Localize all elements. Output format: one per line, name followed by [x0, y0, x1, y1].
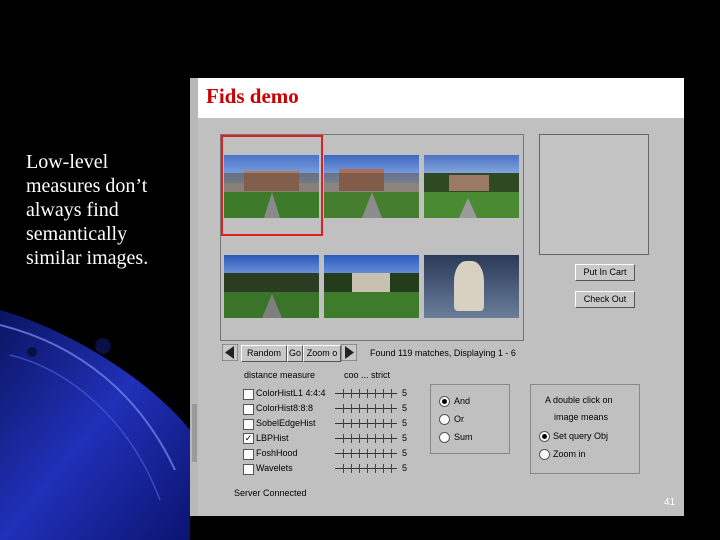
measure-label: FoshHood: [256, 448, 298, 458]
measure-value: 5: [402, 388, 408, 398]
prev-arrow-icon[interactable]: [222, 344, 238, 361]
fids-demo-window: Fids demo Put In Cart Check Out Random G…: [198, 78, 684, 516]
measure-label: SobelEdgeHist: [256, 418, 316, 428]
title-strip: Fids demo: [198, 78, 684, 118]
combine-label: And: [454, 396, 471, 406]
combine-label: Sum: [454, 432, 473, 442]
zoom-button[interactable]: Zoom o: [303, 345, 341, 362]
double-click-option: Zoom in: [553, 449, 586, 459]
measure-value: 5: [402, 403, 408, 413]
app-title: Fids demo: [206, 84, 299, 108]
measure-label: Wavelets: [256, 463, 293, 473]
measure-label: LBPHist: [256, 433, 289, 443]
measure-weight-slider[interactable]: [335, 449, 397, 458]
match-status-text: Found 119 matches, Displaying 1 - 6: [370, 348, 516, 358]
result-image-2[interactable]: [324, 155, 419, 218]
slide-page-number: 41: [664, 497, 676, 508]
combine-radio-and[interactable]: [439, 396, 450, 407]
random-button[interactable]: Random: [241, 345, 287, 362]
measure-checkbox-sobeledgehist[interactable]: [243, 419, 254, 430]
double-click-line1: A double click on: [545, 395, 613, 405]
result-image-6[interactable]: [424, 255, 519, 318]
next-arrow-icon[interactable]: [341, 344, 357, 361]
combine-radio-sum[interactable]: [439, 432, 450, 443]
put-in-cart-button[interactable]: Put In Cart: [575, 264, 635, 281]
measure-checkbox-colorhistl1[interactable]: [243, 389, 254, 400]
selected-image-highlight: [221, 135, 323, 236]
double-click-radio-set-query[interactable]: [539, 431, 550, 442]
combine-radio-or[interactable]: [439, 414, 450, 425]
slide-caption: Low-level measures don’t always find sem…: [26, 151, 149, 269]
query-preview-box: [539, 134, 649, 255]
measure-checkbox-foshhood[interactable]: [243, 449, 254, 460]
measure-label: ColorHist8:8:8: [256, 403, 314, 413]
measure-weight-slider[interactable]: [335, 404, 397, 413]
result-image-3[interactable]: [424, 155, 519, 218]
check-out-button[interactable]: Check Out: [575, 291, 635, 308]
measure-weight-slider[interactable]: [335, 389, 397, 398]
measure-value: 5: [402, 463, 408, 473]
measure-label: ColorHistL1 4:4:4: [256, 388, 326, 398]
go-button[interactable]: Go: [287, 345, 303, 362]
result-image-4[interactable]: [224, 255, 319, 318]
measure-checkbox-wavelets[interactable]: [243, 464, 254, 475]
distance-measure-label: distance measure: [244, 370, 316, 380]
measure-value: 5: [402, 418, 408, 428]
measure-weight-slider[interactable]: [335, 464, 397, 473]
combine-label: Or: [454, 414, 464, 424]
measure-value: 5: [402, 448, 408, 458]
measure-checkbox-lbphist[interactable]: ✓: [243, 433, 254, 444]
double-click-option: Set query Obj: [553, 431, 609, 441]
double-click-line2: image means: [554, 412, 609, 422]
measure-weight-slider[interactable]: [335, 434, 397, 443]
weight-label: coo ... strict: [344, 370, 391, 380]
measure-weight-slider[interactable]: [335, 419, 397, 428]
server-status: Server Connected: [234, 488, 307, 498]
measure-value: 5: [402, 433, 408, 443]
double-click-radio-zoom[interactable]: [539, 449, 550, 460]
measure-checkbox-colorhist888[interactable]: [243, 404, 254, 415]
scrollbar-thumb[interactable]: [192, 404, 197, 462]
result-image-5[interactable]: [324, 255, 419, 318]
